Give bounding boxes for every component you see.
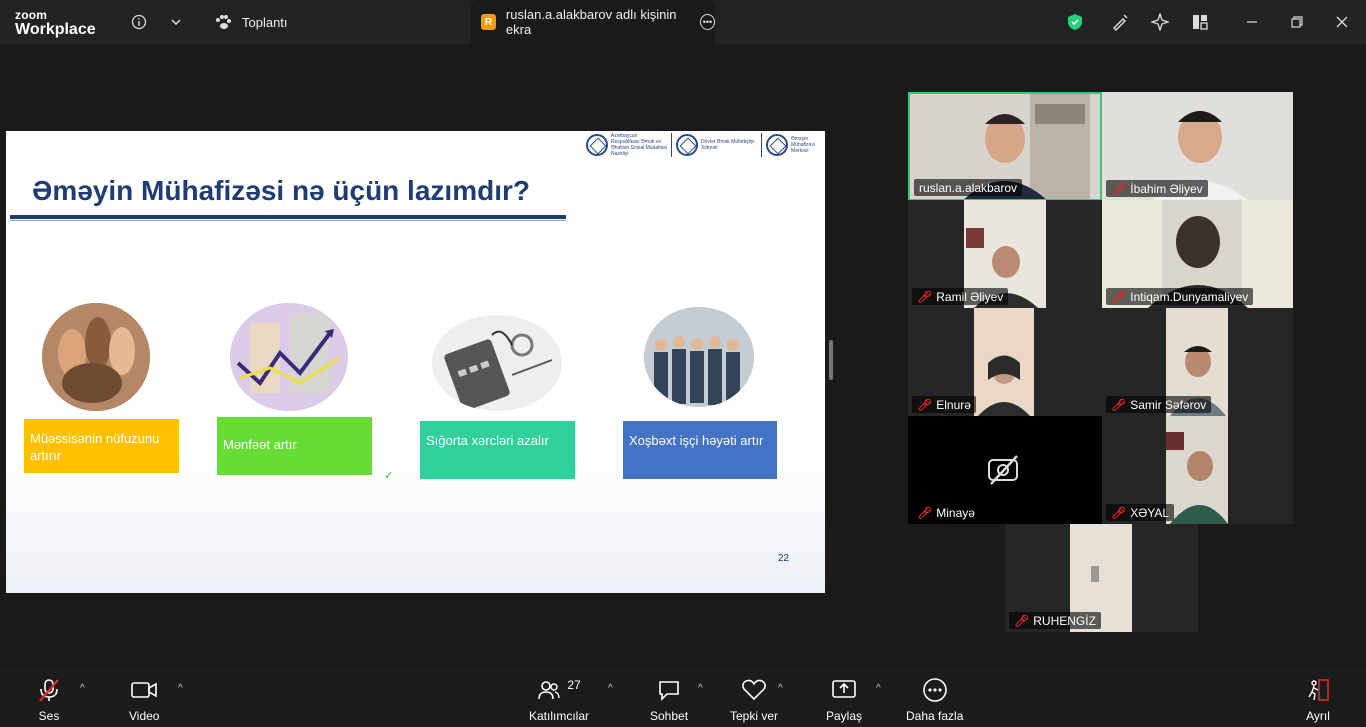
sparkle-icon[interactable] xyxy=(1148,10,1172,34)
video-off-icon xyxy=(988,455,1018,485)
mic-muted-icon: 🎤︎ xyxy=(1111,505,1127,520)
split-view-handle[interactable] xyxy=(829,340,833,380)
minimize-icon[interactable] xyxy=(1240,10,1264,34)
layout-icon[interactable] xyxy=(1188,10,1212,34)
profit-graph-image xyxy=(230,303,348,411)
participant-name: 🎤︎ Elnurə xyxy=(912,396,976,413)
participants-count: 27 xyxy=(567,678,581,692)
participants-options-caret[interactable]: ^ xyxy=(608,683,613,694)
tab-share-label: ruslan.a.alakbarov adlı kişinin ekra xyxy=(505,7,677,37)
title-underline xyxy=(10,215,566,219)
annotate-icon[interactable] xyxy=(1108,10,1132,34)
share-options-caret[interactable]: ^ xyxy=(876,683,881,694)
close-icon[interactable] xyxy=(1330,10,1354,34)
meeting-toolbar: Ses ^ Video ^ 27 Katılımcılar ^ Sohbet ^… xyxy=(0,669,1366,727)
participant-tile[interactable]: 🎤︎ RUHENGİZ xyxy=(1005,524,1198,632)
brand-small: zoom xyxy=(15,8,48,22)
chevron-down-icon[interactable] xyxy=(164,10,188,34)
leave-door-icon xyxy=(1306,677,1330,703)
participant-tile[interactable]: 🎤︎ Samir Səfərov xyxy=(1102,308,1293,416)
mic-muted-icon: 🎤︎ xyxy=(917,505,933,520)
insurance-calculator-image xyxy=(432,315,562,411)
mic-muted-icon: 🎤︎ xyxy=(1111,397,1127,412)
paw-icon xyxy=(216,15,231,29)
mic-muted-icon: 🎤︎ xyxy=(1111,289,1127,304)
share-screen-icon xyxy=(831,677,857,703)
logo-labor-protection: Əməyin Mühafizəsi Mərkəzi xyxy=(766,134,821,156)
mic-muted-icon: 🎤︎ xyxy=(1111,181,1127,196)
participant-tile[interactable]: 🎤︎ Intiqam.Dunyamaliyev xyxy=(1102,200,1293,308)
brand-large: Workplace xyxy=(15,21,96,38)
participants-icon: 27 xyxy=(537,677,581,703)
checkmark-icon: ✓ xyxy=(384,470,394,482)
video-options-caret[interactable]: ^ xyxy=(178,683,183,694)
react-button[interactable]: Tepki ver xyxy=(730,677,778,723)
more-icon xyxy=(922,677,948,703)
participant-tile[interactable]: 🎤︎ İbahim Əliyev xyxy=(1102,92,1293,200)
video-button[interactable]: Video xyxy=(129,677,159,723)
card-happy-workers: Xoşbəxt işçi həyəti artır xyxy=(623,421,777,479)
logo-ministry: Azərbaycan Respublikası Əmək və Əhalinin… xyxy=(586,133,667,157)
participant-name: 🎤︎ Samir Səfərov xyxy=(1106,396,1212,413)
participant-name: 🎤︎ Intiqam.Dunyamaliyev xyxy=(1106,288,1254,305)
logo-inspection: Dövlət Əmək Müfəttişliyi Xidməti xyxy=(676,134,757,156)
restore-icon[interactable] xyxy=(1285,10,1309,34)
title-bar: zoom Workplace Toplantı R ruslan.a.alakb… xyxy=(0,0,1366,44)
thumbs-up-image xyxy=(42,303,150,411)
participant-name: 🎤︎ İbahim Əliyev xyxy=(1106,180,1208,197)
participant-tile[interactable]: 🎤︎ Ramil Əliyev xyxy=(908,200,1102,308)
tab-meeting-label: Toplantı xyxy=(242,14,288,30)
participant-tile[interactable]: 🎤︎ XƏYAL xyxy=(1102,416,1293,524)
chat-options-caret[interactable]: ^ xyxy=(698,683,703,694)
participant-tile[interactable]: 🎤︎ Minayə xyxy=(908,416,1102,524)
share-button[interactable]: Paylaş xyxy=(826,677,862,723)
mic-muted-icon xyxy=(36,677,62,703)
chat-button[interactable]: Sohbet xyxy=(650,677,688,723)
leave-button[interactable]: Ayrıl xyxy=(1306,677,1330,723)
card-reputation: Müəssisənin nüfuzunu artırır xyxy=(24,419,179,473)
participant-name: 🎤︎ Minayə xyxy=(912,504,980,521)
react-options-caret[interactable]: ^ xyxy=(778,683,783,694)
slide-page-number: 22 xyxy=(778,553,790,564)
info-icon[interactable] xyxy=(127,10,151,34)
more-options-icon[interactable]: ••• xyxy=(699,14,715,30)
slide-title: Əməyin Mühafizəsi nə üçün lazımdır? xyxy=(32,175,530,206)
participant-tile[interactable]: ruslan.a.alakbarov xyxy=(908,92,1102,201)
video-camera-icon xyxy=(130,677,158,703)
audio-options-caret[interactable]: ^ xyxy=(80,683,85,694)
more-button[interactable]: Daha fazla xyxy=(906,677,963,723)
mic-muted-icon: 🎤︎ xyxy=(917,289,933,304)
mic-muted-icon: 🎤︎ xyxy=(1014,613,1030,628)
happy-workers-image xyxy=(644,307,754,407)
tab-screen-share[interactable]: R ruslan.a.alakbarov adlı kişinin ekra •… xyxy=(471,0,715,44)
participants-button[interactable]: 27 Katılımcılar xyxy=(529,677,589,723)
zoom-logo: zoom Workplace xyxy=(15,9,96,38)
participant-tile[interactable]: 🎤︎ Elnurə xyxy=(908,308,1102,416)
mic-muted-icon: 🎤︎ xyxy=(917,397,933,412)
shield-icon[interactable] xyxy=(1063,10,1087,34)
shared-screen-slide: Azərbaycan Respublikası Əmək və Əhalinin… xyxy=(6,131,825,593)
participant-name: 🎤︎ RUHENGİZ xyxy=(1009,612,1101,629)
share-badge: R xyxy=(481,14,496,30)
tab-meeting[interactable]: Toplantı xyxy=(214,0,454,44)
card-insurance: Sığorta xərcləri azalır xyxy=(420,421,575,479)
chat-icon xyxy=(657,677,681,703)
participant-name: ruslan.a.alakbarov xyxy=(914,179,1023,196)
participant-name: 🎤︎ XƏYAL xyxy=(1106,504,1175,521)
participant-name: 🎤︎ Ramil Əliyev xyxy=(912,288,1009,305)
audio-button[interactable]: Ses xyxy=(36,677,62,723)
slide-logos: Azərbaycan Respublikası Əmək və Əhalinin… xyxy=(586,133,821,157)
card-profit: Mənfəət artır xyxy=(217,417,372,475)
heart-icon xyxy=(741,677,767,703)
